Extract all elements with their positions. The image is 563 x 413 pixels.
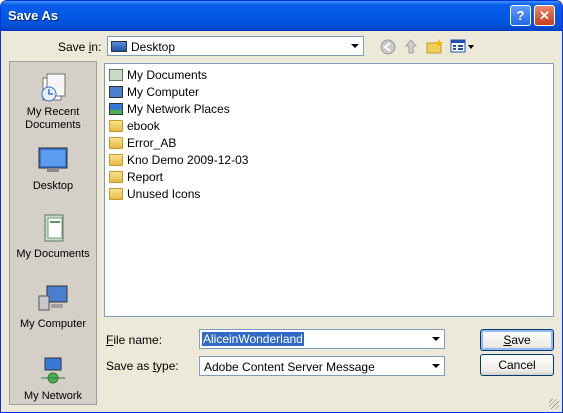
place-my-computer[interactable]: My Computer bbox=[10, 284, 96, 330]
place-label: My Computer bbox=[19, 318, 87, 330]
save-in-label: Save in: bbox=[58, 40, 102, 54]
place-label: My Recent Documents bbox=[25, 106, 81, 131]
list-item[interactable]: Kno Demo 2009-12-03 bbox=[109, 153, 248, 170]
my-computer-icon bbox=[109, 86, 123, 98]
place-label: Desktop bbox=[32, 180, 74, 192]
window-title: Save As bbox=[8, 8, 59, 23]
list-item[interactable]: Error_AB bbox=[109, 136, 176, 153]
save-button[interactable]: Save bbox=[480, 329, 554, 351]
save-in-value: Desktop bbox=[131, 40, 176, 54]
chevron-down-icon[interactable] bbox=[346, 37, 363, 55]
file-name-field[interactable]: AliceinWonderland bbox=[202, 332, 304, 346]
list-item[interactable]: My Computer bbox=[109, 85, 199, 102]
views-menu-icon[interactable] bbox=[450, 39, 476, 54]
title-bar[interactable]: Save As ? ✕ bbox=[1, 1, 562, 31]
place-label: My Network bbox=[23, 390, 83, 402]
list-item[interactable]: ebook bbox=[109, 119, 160, 136]
place-my-recent-documents[interactable]: My Recent Documents bbox=[10, 72, 96, 132]
resize-grip[interactable] bbox=[549, 399, 559, 409]
network-places-icon bbox=[109, 103, 123, 115]
file-name-label: File name: bbox=[106, 333, 163, 347]
folder-icon bbox=[109, 171, 123, 183]
chevron-down-icon[interactable] bbox=[427, 330, 444, 348]
list-item[interactable]: My Documents bbox=[109, 68, 207, 85]
help-button[interactable]: ? bbox=[510, 5, 531, 26]
place-my-documents[interactable]: My Documents bbox=[10, 212, 96, 260]
up-folder-icon[interactable] bbox=[403, 38, 419, 55]
my-documents-icon bbox=[109, 69, 123, 81]
back-icon[interactable] bbox=[380, 39, 396, 55]
place-my-network[interactable]: My Network bbox=[10, 356, 96, 402]
new-folder-icon[interactable] bbox=[426, 38, 444, 55]
place-label: My Documents bbox=[16, 248, 90, 260]
desktop-icon bbox=[38, 147, 68, 172]
save-as-type-label: Save as type: bbox=[106, 359, 179, 373]
list-item[interactable]: Unused Icons bbox=[109, 187, 200, 204]
save-as-type-combo[interactable]: Adobe Content Server Message bbox=[199, 356, 445, 376]
save-as-type-value: Adobe Content Server Message bbox=[204, 360, 375, 374]
chevron-down-icon[interactable] bbox=[427, 357, 444, 375]
my-documents-icon bbox=[44, 214, 64, 242]
place-desktop[interactable]: Desktop bbox=[10, 146, 96, 192]
recent-documents-icon bbox=[41, 73, 66, 102]
save-in-combo[interactable]: Desktop bbox=[107, 36, 364, 56]
places-bar: My Recent Documents Desktop My Documents bbox=[9, 61, 97, 405]
my-computer-icon bbox=[38, 285, 68, 311]
my-network-icon bbox=[41, 357, 65, 384]
folder-icon bbox=[109, 120, 123, 132]
list-item[interactable]: Report bbox=[109, 170, 163, 187]
list-item[interactable]: My Network Places bbox=[109, 102, 230, 119]
folder-icon bbox=[109, 154, 123, 166]
file-list[interactable]: My Documents My Computer My Network Plac… bbox=[104, 63, 554, 317]
folder-icon bbox=[109, 137, 123, 149]
file-name-combo[interactable]: AliceinWonderland bbox=[199, 329, 445, 349]
folder-icon bbox=[109, 188, 123, 200]
cancel-button[interactable]: Cancel bbox=[480, 354, 554, 376]
close-button[interactable]: ✕ bbox=[534, 5, 555, 26]
desktop-icon bbox=[111, 41, 127, 52]
save-as-dialog: Save As ? ✕ Save in: Desktop My Recent D… bbox=[0, 0, 563, 413]
